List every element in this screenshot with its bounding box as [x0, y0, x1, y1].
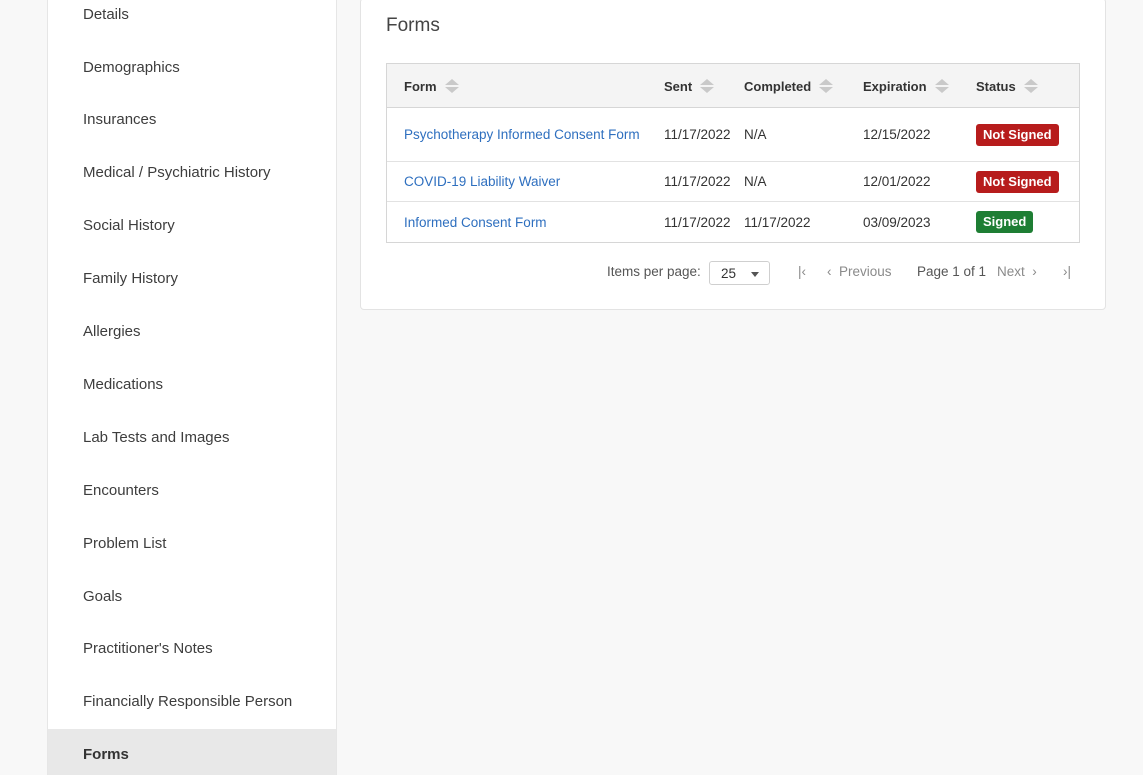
sidebar-item-practitioner-notes[interactable]: Practitioner's Notes [48, 622, 336, 675]
column-header-form[interactable]: Form [404, 64, 459, 108]
sidebar-item-label: Medical / Psychiatric History [83, 164, 271, 181]
sort-icon [819, 79, 834, 93]
expiration-date: 12/15/2022 [863, 127, 931, 142]
sidebar-item-family-history[interactable]: Family History [48, 252, 336, 305]
last-page-icon[interactable]: ›| [1063, 264, 1071, 279]
forms-table: Form Sent Completed Expiration Status Ps… [386, 63, 1080, 243]
sidebar-item-label: Financially Responsible Person [83, 693, 293, 710]
sidebar-item-label: Encounters [83, 482, 159, 499]
sidebar-item-details[interactable]: Details [48, 0, 336, 41]
column-header-label: Form [404, 78, 437, 94]
forms-card: Forms Form Sent Completed Expiration Sta… [360, 0, 1106, 310]
sidebar-nav: Details Demographics Insurances Medical … [47, 0, 337, 775]
sidebar-item-label: Family History [83, 270, 179, 287]
table-row: Informed Consent Form 11/17/2022 11/17/2… [387, 202, 1079, 242]
form-link[interactable]: Informed Consent Form [404, 202, 644, 242]
page-info: Page 1 of 1 [917, 264, 987, 279]
sidebar-item-social-history[interactable]: Social History [48, 199, 336, 252]
form-link[interactable]: Psychotherapy Informed Consent Form [404, 108, 644, 161]
sidebar-item-label: Goals [83, 588, 123, 605]
sidebar-item-medications[interactable]: Medications [48, 358, 336, 411]
column-header-sent[interactable]: Sent [664, 64, 715, 108]
first-page-icon[interactable]: |‹ [798, 264, 806, 279]
sidebar-item-problem-list[interactable]: Problem List [48, 517, 336, 570]
expiration-date: 03/09/2023 [863, 214, 931, 230]
sort-icon [444, 79, 459, 93]
table-row: COVID-19 Liability Waiver 11/17/2022 N/A… [387, 162, 1079, 202]
sort-icon [1023, 79, 1038, 93]
chevron-down-icon [751, 272, 759, 277]
status-badge: Signed [976, 211, 1034, 233]
sort-icon [934, 79, 949, 93]
sidebar-item-allergies[interactable]: Allergies [48, 305, 336, 358]
sent-date: 11/17/2022 [664, 214, 731, 230]
sidebar-item-insurances[interactable]: Insurances [48, 93, 336, 146]
next-button[interactable]: Next › [997, 264, 1037, 279]
next-label: Next [997, 264, 1025, 279]
sidebar-item-label: Problem List [83, 535, 167, 552]
sort-icon [700, 79, 715, 93]
column-header-label: Sent [664, 78, 693, 94]
column-header-expiration[interactable]: Expiration [863, 64, 949, 108]
status-badge: Not Signed [976, 123, 1059, 146]
status-badge: Not Signed [976, 170, 1059, 193]
table-row: Psychotherapy Informed Consent Form 11/1… [387, 108, 1079, 162]
sent-date: 11/17/2022 [664, 127, 731, 142]
expiration-date: 12/01/2022 [863, 174, 931, 189]
sidebar-item-label: Lab Tests and Images [83, 429, 230, 446]
sidebar-item-encounters[interactable]: Encounters [48, 464, 336, 517]
form-link[interactable]: COVID-19 Liability Waiver [404, 162, 644, 201]
completed-date: N/A [744, 174, 767, 189]
column-header-status[interactable]: Status [976, 64, 1038, 108]
sidebar-item-label: Social History [83, 217, 175, 234]
column-header-completed[interactable]: Completed [744, 64, 834, 108]
sidebar-item-label: Details [83, 6, 129, 23]
column-header-label: Completed [744, 78, 812, 94]
sidebar-item-label: Insurances [83, 111, 157, 128]
items-per-page-select[interactable]: 25 [709, 261, 770, 285]
column-header-label: Expiration [863, 78, 927, 94]
sidebar-item-label: Demographics [83, 59, 180, 76]
items-per-page-label: Items per page: [607, 264, 701, 279]
column-header-label: Status [976, 78, 1016, 94]
previous-label: Previous [839, 264, 892, 279]
sidebar-item-label: Medications [83, 376, 164, 393]
sidebar-item-forms[interactable]: Forms [48, 729, 336, 775]
sidebar-item-financially-responsible-person[interactable]: Financially Responsible Person [48, 675, 336, 728]
items-per-page-value: 25 [721, 265, 737, 281]
sidebar-item-demographics[interactable]: Demographics [48, 41, 336, 94]
sidebar-item-goals[interactable]: Goals [48, 570, 336, 623]
sidebar-item-label: Forms [83, 745, 129, 763]
sidebar-item-label: Allergies [83, 323, 141, 340]
previous-button[interactable]: ‹ Previous [827, 264, 892, 279]
sent-date: 11/17/2022 [664, 174, 731, 189]
completed-date: N/A [744, 127, 767, 142]
completed-date: 11/17/2022 [744, 214, 811, 230]
sidebar-item-medical-history[interactable]: Medical / Psychiatric History [48, 146, 336, 199]
page-title: Forms [386, 15, 440, 36]
sidebar-item-lab-tests[interactable]: Lab Tests and Images [48, 411, 336, 464]
table-header: Form Sent Completed Expiration Status [387, 64, 1079, 108]
sidebar-item-label: Practitioner's Notes [83, 640, 213, 657]
pagination: Items per page: 25 |‹ ‹ Previous Page 1 … [361, 261, 1107, 285]
